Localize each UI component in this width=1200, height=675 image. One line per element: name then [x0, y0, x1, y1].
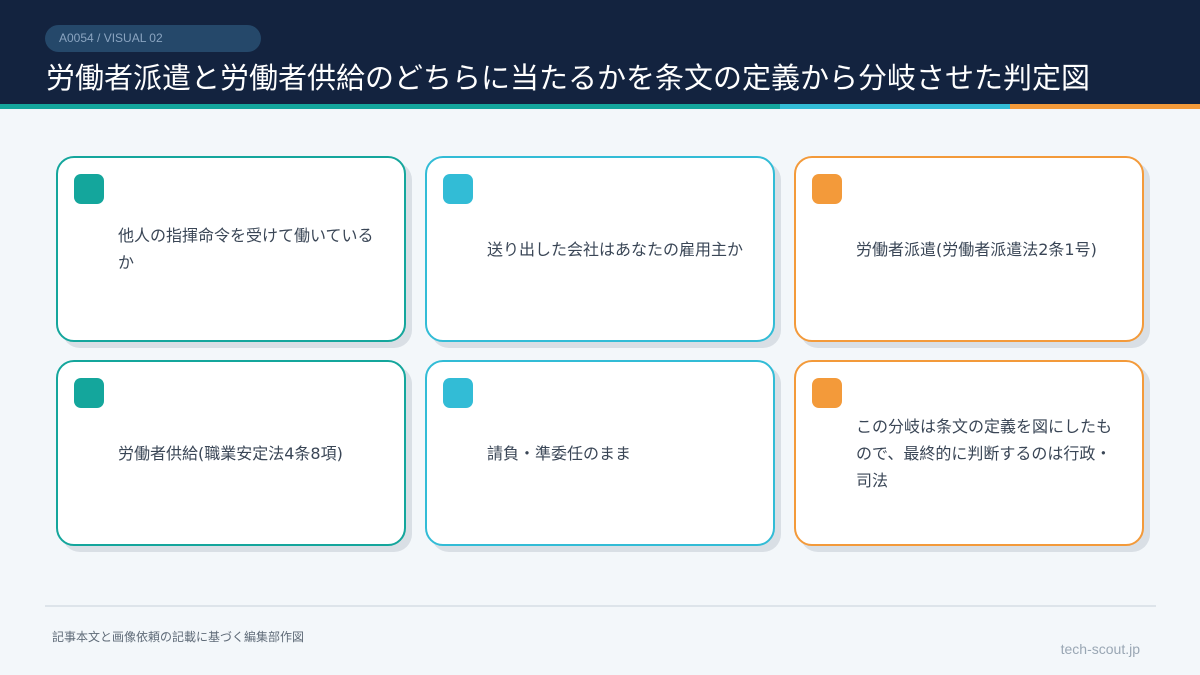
- card-employer-question: 送り出した会社はあなたの雇用主か: [425, 156, 775, 342]
- card-directed-work-question: 他人の指揮命令を受けて働いているか: [56, 156, 406, 342]
- card-text: 送り出した会社はあなたの雇用主か: [487, 239, 744, 259]
- cyan-marker-icon: [443, 378, 473, 408]
- accent-bar-teal: [0, 104, 780, 109]
- teal-marker-icon: [74, 174, 104, 204]
- page-title: 労働者派遣と労働者供給のどちらに当たるかを条文の定義から分岐させた判定図: [46, 61, 1091, 95]
- slide-tag: A0054 / VISUAL 02: [45, 25, 261, 52]
- cyan-marker-icon: [443, 174, 473, 204]
- card-text: 労働者派遣(労働者派遣法2条1号): [856, 239, 1097, 259]
- card-text: 請負・準委任のまま: [487, 443, 632, 463]
- card-disclaimer-note: この分岐は条文の定義を図にしたもので、最終的に判断するのは行政・司法: [794, 360, 1144, 546]
- card-text: 労働者供給(職業安定法4条8項): [118, 443, 343, 463]
- card-labor-supply-result: 労働者供給(職業安定法4条8項): [56, 360, 406, 546]
- card-text: この分岐は条文の定義を図にしたもので、最終的に判断するのは行政・司法: [856, 416, 1113, 490]
- footer-divider: [45, 605, 1156, 607]
- footer-site-link[interactable]: tech-scout.jp: [1061, 641, 1140, 657]
- card-contract-result: 請負・準委任のまま: [425, 360, 775, 546]
- accent-bar-cyan: [780, 104, 1010, 109]
- card-worker-dispatch-result: 労働者派遣(労働者派遣法2条1号): [794, 156, 1144, 342]
- orange-marker-icon: [812, 378, 842, 408]
- orange-marker-icon: [812, 174, 842, 204]
- footer-note: 記事本文と画像依頼の記載に基づく編集部作図: [52, 630, 305, 644]
- card-text: 他人の指揮命令を受けて働いているか: [118, 226, 374, 272]
- teal-marker-icon: [74, 378, 104, 408]
- header: A0054 / VISUAL 02 労働者派遣と労働者供給のどちらに当たるかを条…: [0, 0, 1200, 104]
- accent-bar-orange: [1010, 104, 1200, 109]
